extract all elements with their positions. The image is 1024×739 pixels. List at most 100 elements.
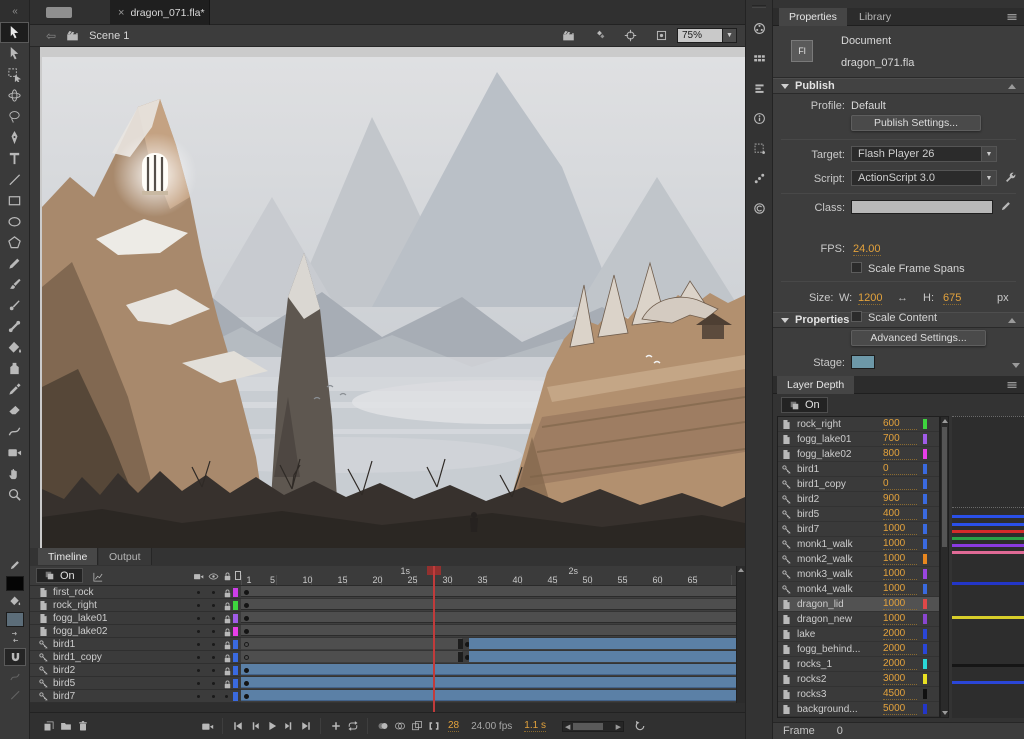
info-panel[interactable] [746,103,772,133]
clip-content-button[interactable] [655,29,668,42]
depth-row-bird2[interactable]: bird2900 [778,492,939,507]
depth-value[interactable]: 1000 [883,613,917,625]
reset-timeline-zoom-button[interactable] [632,720,649,732]
depth-value[interactable]: 1000 [883,523,917,535]
timeline-layer-fogg_lake02[interactable]: fogg_lake02 [30,625,241,638]
workspace-button[interactable] [46,7,72,18]
depth-row-monk1_walk[interactable]: monk1_walk1000 [778,537,939,552]
tab-layer-depth[interactable]: Layer Depth [777,376,854,394]
depth-row-bird7[interactable]: bird71000 [778,522,939,537]
visibility-dot[interactable] [197,643,200,646]
height-value[interactable]: 675 [943,292,961,305]
depth-value[interactable]: 1000 [883,538,917,550]
new-layer-button[interactable] [40,720,57,732]
insert-frame-button[interactable] [327,720,344,732]
brush-tool[interactable] [0,295,29,316]
edit-scene-button[interactable] [562,29,575,42]
depth-row-rocks_1[interactable]: rocks_12000 [778,657,939,672]
free-transform-tool[interactable] [0,64,29,85]
playhead-line[interactable] [433,566,435,712]
depth-row-dragon_lid[interactable]: dragon_lid1000 [778,597,939,612]
timeline-horizontal-scrollbar[interactable]: ◀ ▶ [562,721,624,732]
depth-row-fogg_behind...[interactable]: fogg_behind...2000 [778,642,939,657]
edit-symbols-button[interactable] [593,29,606,42]
scale-frame-spans-checkbox[interactable] [851,262,862,273]
depth-value[interactable]: 5000 [883,703,917,715]
scroll-right-icon[interactable]: ▶ [616,723,621,731]
depth-graph-line[interactable] [952,616,1024,619]
ink-bottle-tool[interactable] [0,358,29,379]
frame-row-bird5[interactable] [241,677,741,690]
color-panel[interactable] [746,13,772,43]
depth-row-background...[interactable]: background...5000 [778,702,939,717]
depth-row-monk4_walk[interactable]: monk4_walk1000 [778,582,939,597]
document-tab[interactable]: × dragon_071.fla* [110,0,210,25]
step-forward-button[interactable] [280,720,297,732]
text-tool[interactable] [0,148,29,169]
depth-graph-line[interactable] [952,537,1024,540]
timeline-layer-bird2[interactable]: bird2 [30,664,241,677]
scroll-down-icon[interactable] [942,711,948,715]
depth-row-monk2_walk[interactable]: monk2_walk1000 [778,552,939,567]
depth-value[interactable]: 4500 [883,688,917,700]
depth-value[interactable]: 600 [883,418,917,430]
target-dropdown[interactable]: Flash Player 26▼ [851,146,997,162]
subselection-tool[interactable] [0,43,29,64]
new-folder-button[interactable] [57,720,74,732]
onion-skin-button[interactable] [374,720,391,732]
edit-multiple-frames-button[interactable] [408,720,425,732]
eraser-tool[interactable] [0,400,29,421]
play-button[interactable] [263,720,280,732]
outline-dot[interactable] [212,682,215,685]
delete-layer-button[interactable] [74,720,91,732]
class-input[interactable] [851,200,993,214]
onion-skin-outlines-button[interactable] [391,720,408,732]
depth-graph-line[interactable] [952,523,1024,526]
depth-row-monk3_walk[interactable]: monk3_walk1000 [778,567,939,582]
depth-row-dragon_new[interactable]: dragon_new1000 [778,612,939,627]
frame-row-bird1_copy[interactable] [241,651,741,664]
depth-value[interactable]: 1000 [883,583,917,595]
timeline-vertical-scrollbar[interactable] [736,566,745,703]
camera-tool[interactable] [0,442,29,463]
timeline-layer-first_rock[interactable]: first_rock [30,586,241,599]
bone-tool[interactable] [0,316,29,337]
visibility-dot[interactable] [197,617,200,620]
depth-value[interactable]: 1000 [883,598,917,610]
depth-row-bird1_copy[interactable]: bird1_copy0 [778,477,939,492]
timeline-layer-bird7[interactable]: bird7 [30,690,241,703]
timeline-layer-rock_right[interactable]: rock_right [30,599,241,612]
add-camera-button[interactable] [199,720,216,733]
depth-value[interactable]: 2000 [883,658,917,670]
collapse-panel-icon[interactable]: « [0,0,29,22]
unlock-dot[interactable] [225,695,228,698]
scroll-up-icon[interactable] [738,568,744,572]
timeline-layer-bird5[interactable]: bird5 [30,677,241,690]
go-to-first-frame-button[interactable] [229,720,246,732]
depth-row-rocks3[interactable]: rocks34500 [778,687,939,702]
transform-panel[interactable] [746,133,772,163]
timeline-frames[interactable] [241,586,741,703]
depth-graph-line[interactable] [952,664,1024,667]
dropdown-arrow-icon[interactable]: ▼ [981,171,996,185]
depth-row-fogg_lake02[interactable]: fogg_lake02800 [778,447,939,462]
oval-tool[interactable] [0,211,29,232]
depth-value[interactable]: 700 [883,433,917,445]
tab-properties[interactable]: Properties [779,8,847,26]
visibility-column-icon[interactable] [208,571,219,582]
loop-playback-button[interactable] [344,720,361,732]
section-collapse-icon[interactable] [1008,84,1016,89]
frame-row-fogg_lake02[interactable] [241,625,741,638]
depth-value[interactable]: 0 [883,478,917,490]
frame-row-rock_right[interactable] [241,599,741,612]
depth-graph-line[interactable] [952,515,1024,518]
align-panel[interactable] [746,73,772,103]
depth-value[interactable]: 2000 [883,628,917,640]
frame-ruler[interactable]: 1s2s 15101520253035404550556065 [241,566,741,586]
rectangle-tool[interactable] [0,190,29,211]
timeline-layer-bird1_copy[interactable]: bird1_copy [30,651,241,664]
scroll-up-icon[interactable] [942,419,948,423]
advanced-settings-button[interactable]: Advanced Settings... [851,330,986,346]
depth-value[interactable]: 900 [883,493,917,505]
close-tab-icon[interactable]: × [118,7,124,19]
